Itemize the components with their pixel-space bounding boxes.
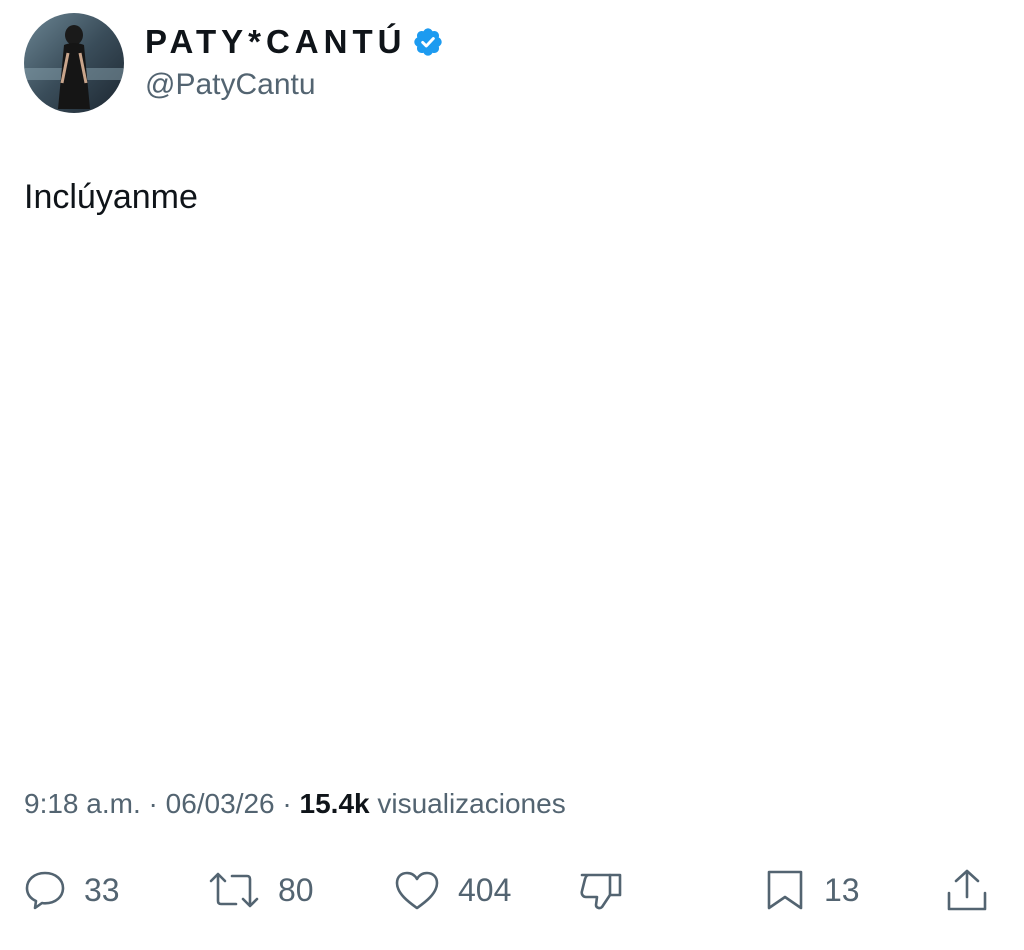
verified-badge-icon: [414, 28, 443, 56]
heart-icon: [395, 871, 439, 910]
tweet-text: Inclúyanme: [24, 178, 198, 216]
repost-icon: [209, 872, 259, 908]
repost-count: 80: [278, 872, 314, 908]
views-count[interactable]: 15.4k: [300, 788, 370, 819]
tweet-time[interactable]: 9:18 a.m.: [24, 788, 141, 819]
share-button[interactable]: [944, 862, 990, 918]
dislike-button[interactable]: [576, 862, 626, 918]
share-icon: [947, 869, 987, 911]
repost-button[interactable]: 80: [206, 862, 314, 918]
bookmark-count: 13: [824, 872, 860, 908]
profile-photo-icon: [24, 13, 124, 113]
meta-separator: ·: [140, 788, 166, 819]
tweet-meta: 9:18 a.m. · 06/03/26 · 15.4k visualizaci…: [24, 786, 566, 822]
thumbs-down-icon: [580, 873, 622, 910]
handle[interactable]: @PatyCantu: [145, 66, 316, 104]
meta-separator-2: ·: [274, 788, 300, 819]
reply-count: 33: [84, 872, 120, 908]
avatar[interactable]: [24, 13, 124, 113]
views-label: visualizaciones: [369, 788, 566, 819]
bookmark-icon: [767, 870, 803, 910]
reply-icon: [25, 871, 65, 910]
like-count: 404: [458, 872, 512, 908]
display-name-text: PATY*CANTÚ: [145, 23, 407, 60]
reply-button[interactable]: 33: [22, 862, 120, 918]
action-bar: 33 80 404 13: [0, 862, 1024, 918]
like-button[interactable]: 404: [392, 862, 511, 918]
bookmark-button[interactable]: 13: [762, 862, 860, 918]
tweet-date[interactable]: 06/03/26: [166, 788, 275, 819]
display-name[interactable]: PATY*CANTÚ: [145, 22, 444, 62]
